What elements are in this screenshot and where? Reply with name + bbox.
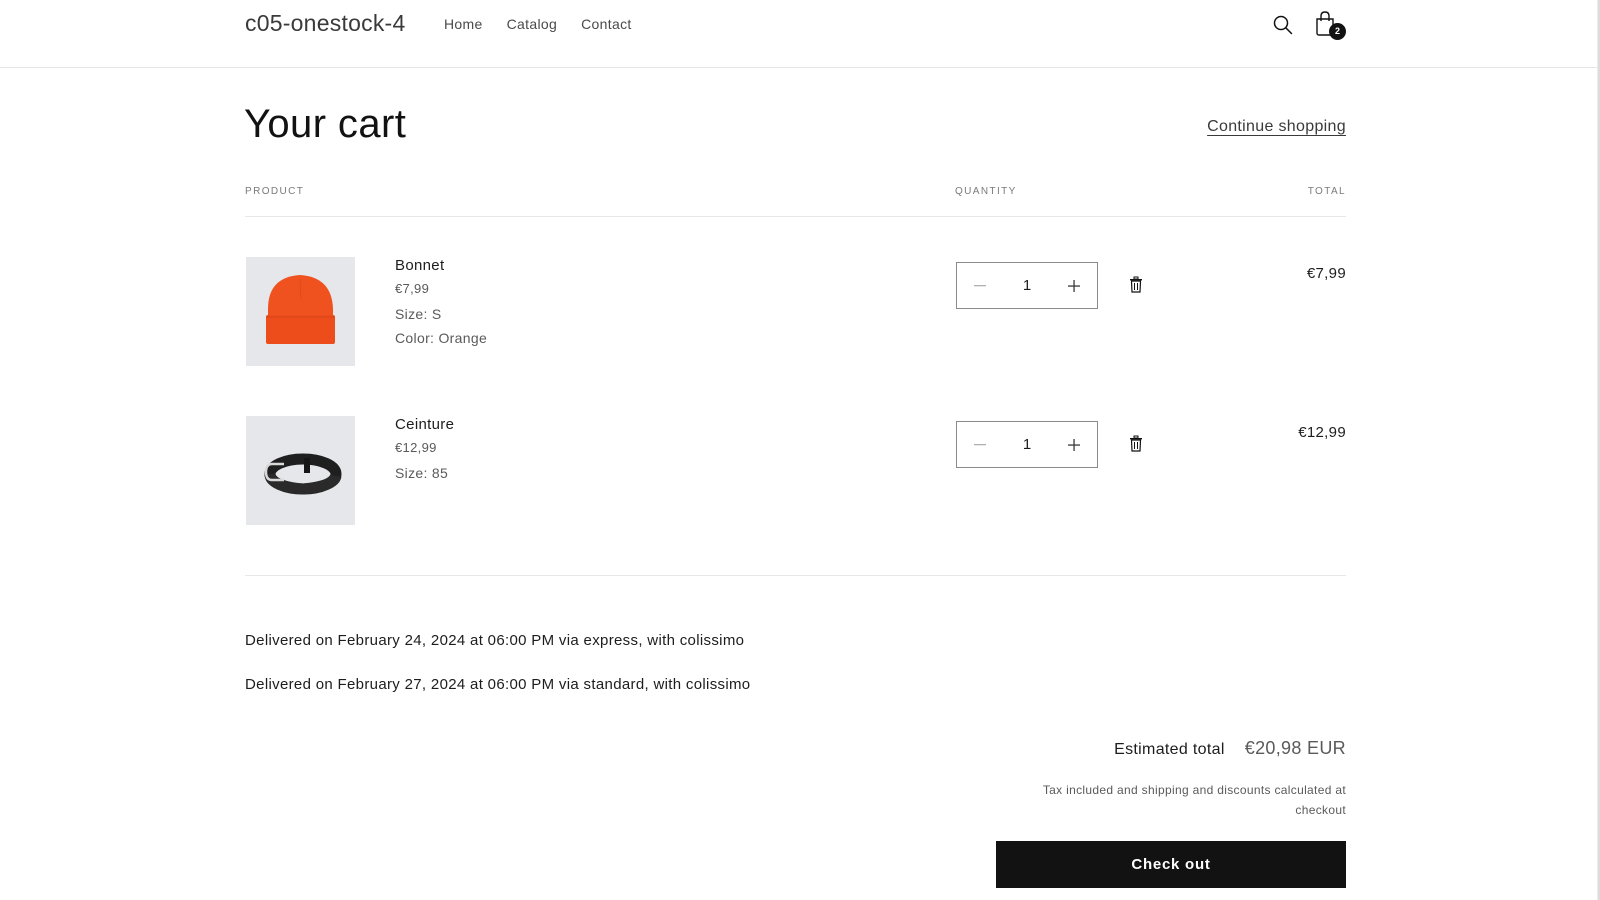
line-total: €12,99 [1298,424,1346,441]
quantity-stepper [956,421,1098,468]
page-title: Your cart [244,102,407,146]
items-divider [245,575,1346,576]
column-header-total: TOTAL [1307,186,1346,197]
remove-item-button[interactable] [1128,276,1144,294]
beanie-image [266,275,335,344]
column-header-product: PRODUCT [245,186,305,197]
search-button[interactable] [1271,10,1299,40]
remove-item-button[interactable] [1128,435,1144,453]
estimated-total: Estimated total €20,98 EUR [1114,738,1346,759]
product-name[interactable]: Bonnet [395,257,487,274]
store-logo[interactable]: c05-onestock-4 [245,10,405,37]
product-info: Ceinture €12,99 Size: 85 [395,416,454,489]
header-divider [245,216,1346,217]
tax-note: Tax included and shipping and discounts … [1042,783,1346,817]
nav-catalog[interactable]: Catalog [507,16,558,32]
main-nav: Home Catalog Contact [444,16,656,32]
minus-icon [974,443,986,445]
decrease-quantity-button[interactable] [969,275,991,297]
cart-count-badge: 2 [1329,23,1346,40]
plus-icon [1068,279,1080,292]
cart-button[interactable]: 2 [1314,10,1346,40]
trash-icon [1130,435,1142,452]
site-header: c05-onestock-4 Home Catalog Contact 2 [0,0,1597,68]
product-unit-price: €7,99 [395,281,430,296]
nav-contact[interactable]: Contact [581,16,632,32]
minus-icon [974,284,986,286]
product-option-size: Size: S [395,306,442,322]
line-total: €7,99 [1306,265,1346,282]
quantity-stepper [956,262,1098,309]
cart-item: Bonnet €7,99 Size: S Color: Orange €7,99 [245,257,1346,367]
plus-icon [1068,438,1080,451]
product-option-color: Color: Orange [395,330,488,346]
checkout-button[interactable]: Check out [996,841,1346,888]
trash-icon [1130,276,1142,293]
delivery-estimate-express: Delivered on February 24, 2024 at 06:00 … [245,632,745,649]
column-header-quantity: QUANTITY [955,186,1017,197]
estimated-total-label: Estimated total [1114,741,1225,758]
product-name[interactable]: Ceinture [395,416,454,433]
quantity-input[interactable] [1007,436,1047,453]
product-image-bonnet[interactable] [246,257,355,366]
belt-image [264,453,342,495]
increase-quantity-button[interactable] [1063,434,1085,456]
nav-home[interactable]: Home [444,16,483,32]
continue-shopping-link[interactable]: Continue shopping [1207,118,1346,136]
increase-quantity-button[interactable] [1063,275,1085,297]
product-option-size: Size: 85 [395,465,449,481]
product-image-ceinture[interactable] [246,416,355,525]
search-icon [1273,15,1293,35]
quantity-input[interactable] [1007,277,1047,294]
product-unit-price: €12,99 [395,440,437,455]
cart-item: Ceinture €12,99 Size: 85 €12,99 [245,416,1346,526]
delivery-estimate-standard: Delivered on February 27, 2024 at 06:00 … [245,676,751,693]
estimated-total-value: €20,98 EUR [1244,738,1346,758]
product-info: Bonnet €7,99 Size: S Color: Orange [395,257,487,354]
decrease-quantity-button[interactable] [969,434,991,456]
